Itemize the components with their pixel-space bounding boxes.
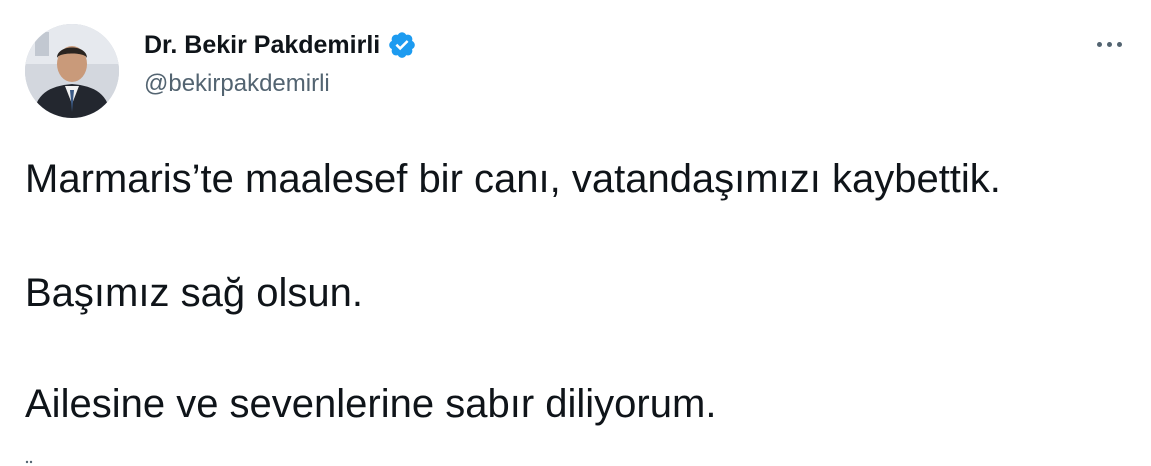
verified-badge-icon — [387, 30, 417, 60]
cutoff-glyph-icon — [25, 460, 33, 464]
author-avatar[interactable] — [25, 24, 119, 118]
more-options-button[interactable] — [1089, 30, 1129, 58]
tweet-text-line: Ailesine ve sevenlerine sabır diliyorum. — [25, 382, 717, 426]
tweet-text-line: Marmaris’te maalesef bir canı, vatandaşı… — [25, 157, 1001, 201]
more-horizontal-icon — [1116, 41, 1122, 47]
more-horizontal-icon — [1096, 41, 1102, 47]
avatar-photo-icon — [25, 24, 119, 118]
tweet-text-line: Başımız sağ olsun. — [25, 271, 363, 315]
author-handle[interactable]: @bekirpakdemirli — [144, 70, 330, 98]
tweet-card: Dr. Bekir Pakdemirli @bekirpakdemirli Ma… — [0, 0, 1151, 466]
more-horizontal-icon — [1106, 41, 1112, 47]
author-name-row: Dr. Bekir Pakdemirli — [144, 28, 417, 62]
author-display-name[interactable]: Dr. Bekir Pakdemirli — [144, 31, 380, 60]
